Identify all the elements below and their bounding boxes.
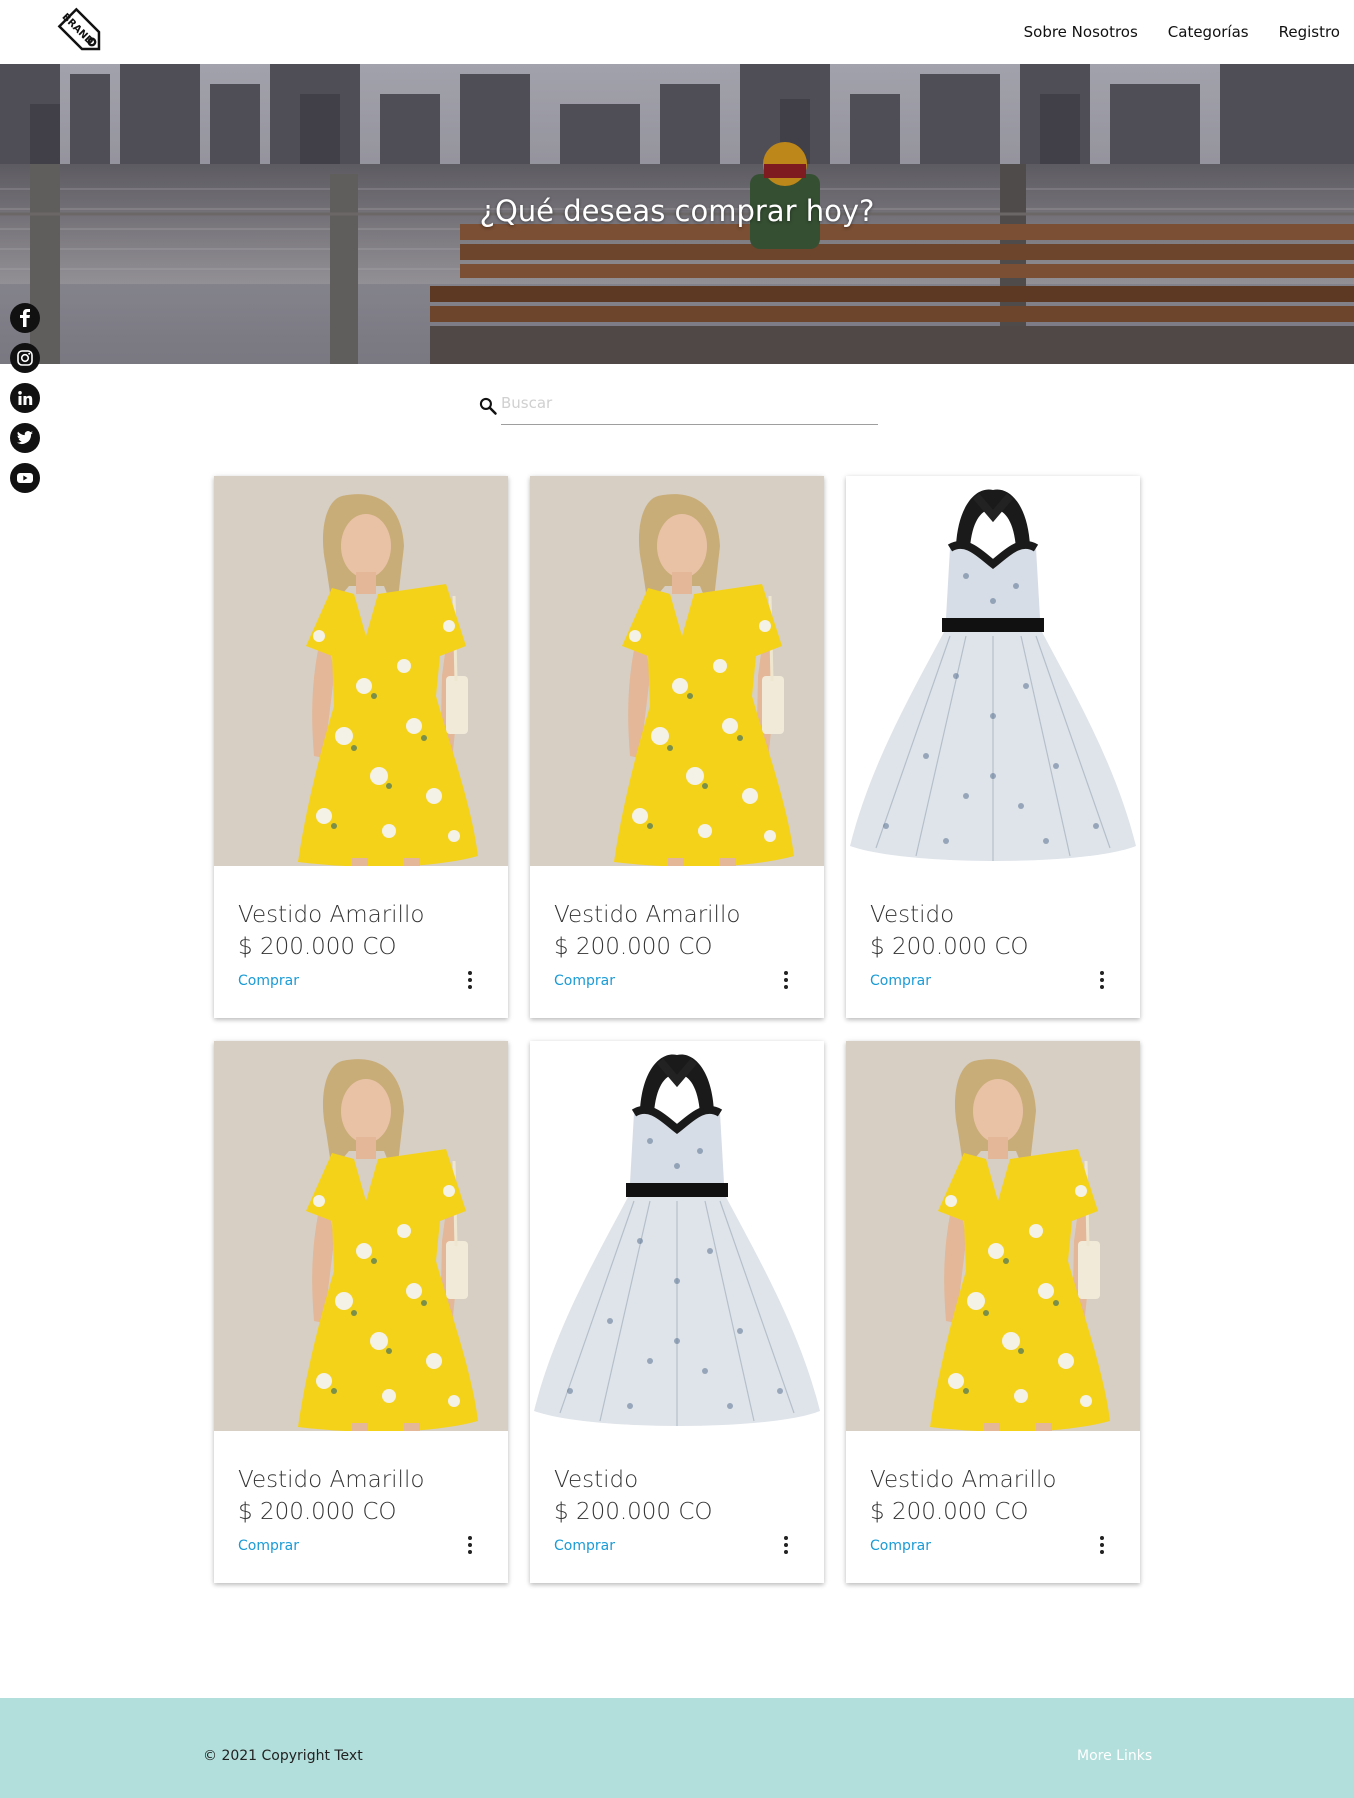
- nav-categorias[interactable]: Categorías: [1168, 23, 1249, 41]
- buy-button[interactable]: Comprar: [554, 973, 615, 989]
- buy-button[interactable]: Comprar: [238, 973, 299, 989]
- product-card: Vestido Amarillo $ 200.000 CO Comprar: [530, 476, 824, 1018]
- product-name: Vestido: [554, 1467, 639, 1493]
- more-vert-icon[interactable]: [776, 1533, 796, 1557]
- more-vert-icon[interactable]: [460, 1533, 480, 1557]
- buy-button[interactable]: Comprar: [870, 973, 931, 989]
- card-content: Vestido Amarillo $ 200.000 CO Comprar: [214, 1431, 508, 1583]
- facebook-icon[interactable]: [10, 303, 40, 333]
- product-price: $ 200.000 CO: [554, 1499, 713, 1525]
- product-card: Vestido Amarillo $ 200.000 CO Comprar: [214, 1041, 508, 1583]
- card-content: Vestido $ 200.000 CO Comprar: [530, 1431, 824, 1583]
- social-sidebar: [10, 303, 40, 493]
- product-name: Vestido Amarillo: [238, 1467, 425, 1493]
- product-price: $ 200.000 CO: [238, 1499, 397, 1525]
- product-name: Vestido Amarillo: [238, 902, 425, 928]
- hero-title: ¿Qué deseas comprar hoy?: [479, 194, 875, 228]
- card-content: Vestido Amarillo $ 200.000 CO Comprar: [530, 866, 824, 1018]
- buy-button[interactable]: Comprar: [554, 1538, 615, 1554]
- product-grid: Vestido Amarillo $ 200.000 CO Comprar Ve…: [214, 476, 1140, 1583]
- product-image-yellow-dress[interactable]: [214, 1041, 508, 1431]
- product-price: $ 200.000 CO: [554, 934, 713, 960]
- more-vert-icon[interactable]: [776, 968, 796, 992]
- instagram-icon[interactable]: [10, 343, 40, 373]
- card-content: Vestido Amarillo $ 200.000 CO Comprar: [214, 866, 508, 1018]
- footer: © 2021 Copyright Text More Links: [0, 1698, 1354, 1798]
- hero-banner: ¿Qué deseas comprar hoy?: [0, 64, 1354, 364]
- product-name: Vestido Amarillo: [870, 1467, 1057, 1493]
- top-navbar: BRAND Sobre Nosotros Categorías Registro: [0, 0, 1354, 64]
- product-price: $ 200.000 CO: [870, 1499, 1029, 1525]
- more-vert-icon[interactable]: [1092, 1533, 1112, 1557]
- youtube-icon[interactable]: [10, 463, 40, 493]
- product-card: Vestido $ 200.000 CO Comprar: [846, 476, 1140, 1018]
- product-image-floral-dress[interactable]: [530, 1041, 824, 1431]
- buy-button[interactable]: Comprar: [870, 1538, 931, 1554]
- product-image-yellow-dress[interactable]: [214, 476, 508, 866]
- product-name: Vestido: [870, 902, 955, 928]
- product-price: $ 200.000 CO: [238, 934, 397, 960]
- nav-sobre-nosotros[interactable]: Sobre Nosotros: [1024, 23, 1138, 41]
- product-image-yellow-dress[interactable]: [846, 1041, 1140, 1431]
- product-card: Vestido Amarillo $ 200.000 CO Comprar: [214, 476, 508, 1018]
- footer-more-links[interactable]: More Links: [1077, 1748, 1152, 1764]
- buy-button[interactable]: Comprar: [238, 1538, 299, 1554]
- main-nav: Sobre Nosotros Categorías Registro: [1024, 0, 1340, 64]
- twitter-icon[interactable]: [10, 423, 40, 453]
- product-name: Vestido Amarillo: [554, 902, 741, 928]
- nav-registro[interactable]: Registro: [1279, 23, 1340, 41]
- search-icon: [479, 397, 497, 415]
- product-card: Vestido $ 200.000 CO Comprar: [530, 1041, 824, 1583]
- product-card: Vestido Amarillo $ 200.000 CO Comprar: [846, 1041, 1140, 1583]
- product-price: $ 200.000 CO: [870, 934, 1029, 960]
- card-content: Vestido $ 200.000 CO Comprar: [846, 866, 1140, 1018]
- brand-logo[interactable]: BRAND: [48, 2, 116, 62]
- more-vert-icon[interactable]: [460, 968, 480, 992]
- product-image-yellow-dress[interactable]: [530, 476, 824, 866]
- search-bar: [478, 388, 878, 426]
- search-input[interactable]: [501, 388, 878, 425]
- footer-copyright: © 2021 Copyright Text: [203, 1748, 363, 1764]
- product-image-floral-dress[interactable]: [846, 476, 1140, 866]
- linkedin-icon[interactable]: [10, 383, 40, 413]
- more-vert-icon[interactable]: [1092, 968, 1112, 992]
- card-content: Vestido Amarillo $ 200.000 CO Comprar: [846, 1431, 1140, 1583]
